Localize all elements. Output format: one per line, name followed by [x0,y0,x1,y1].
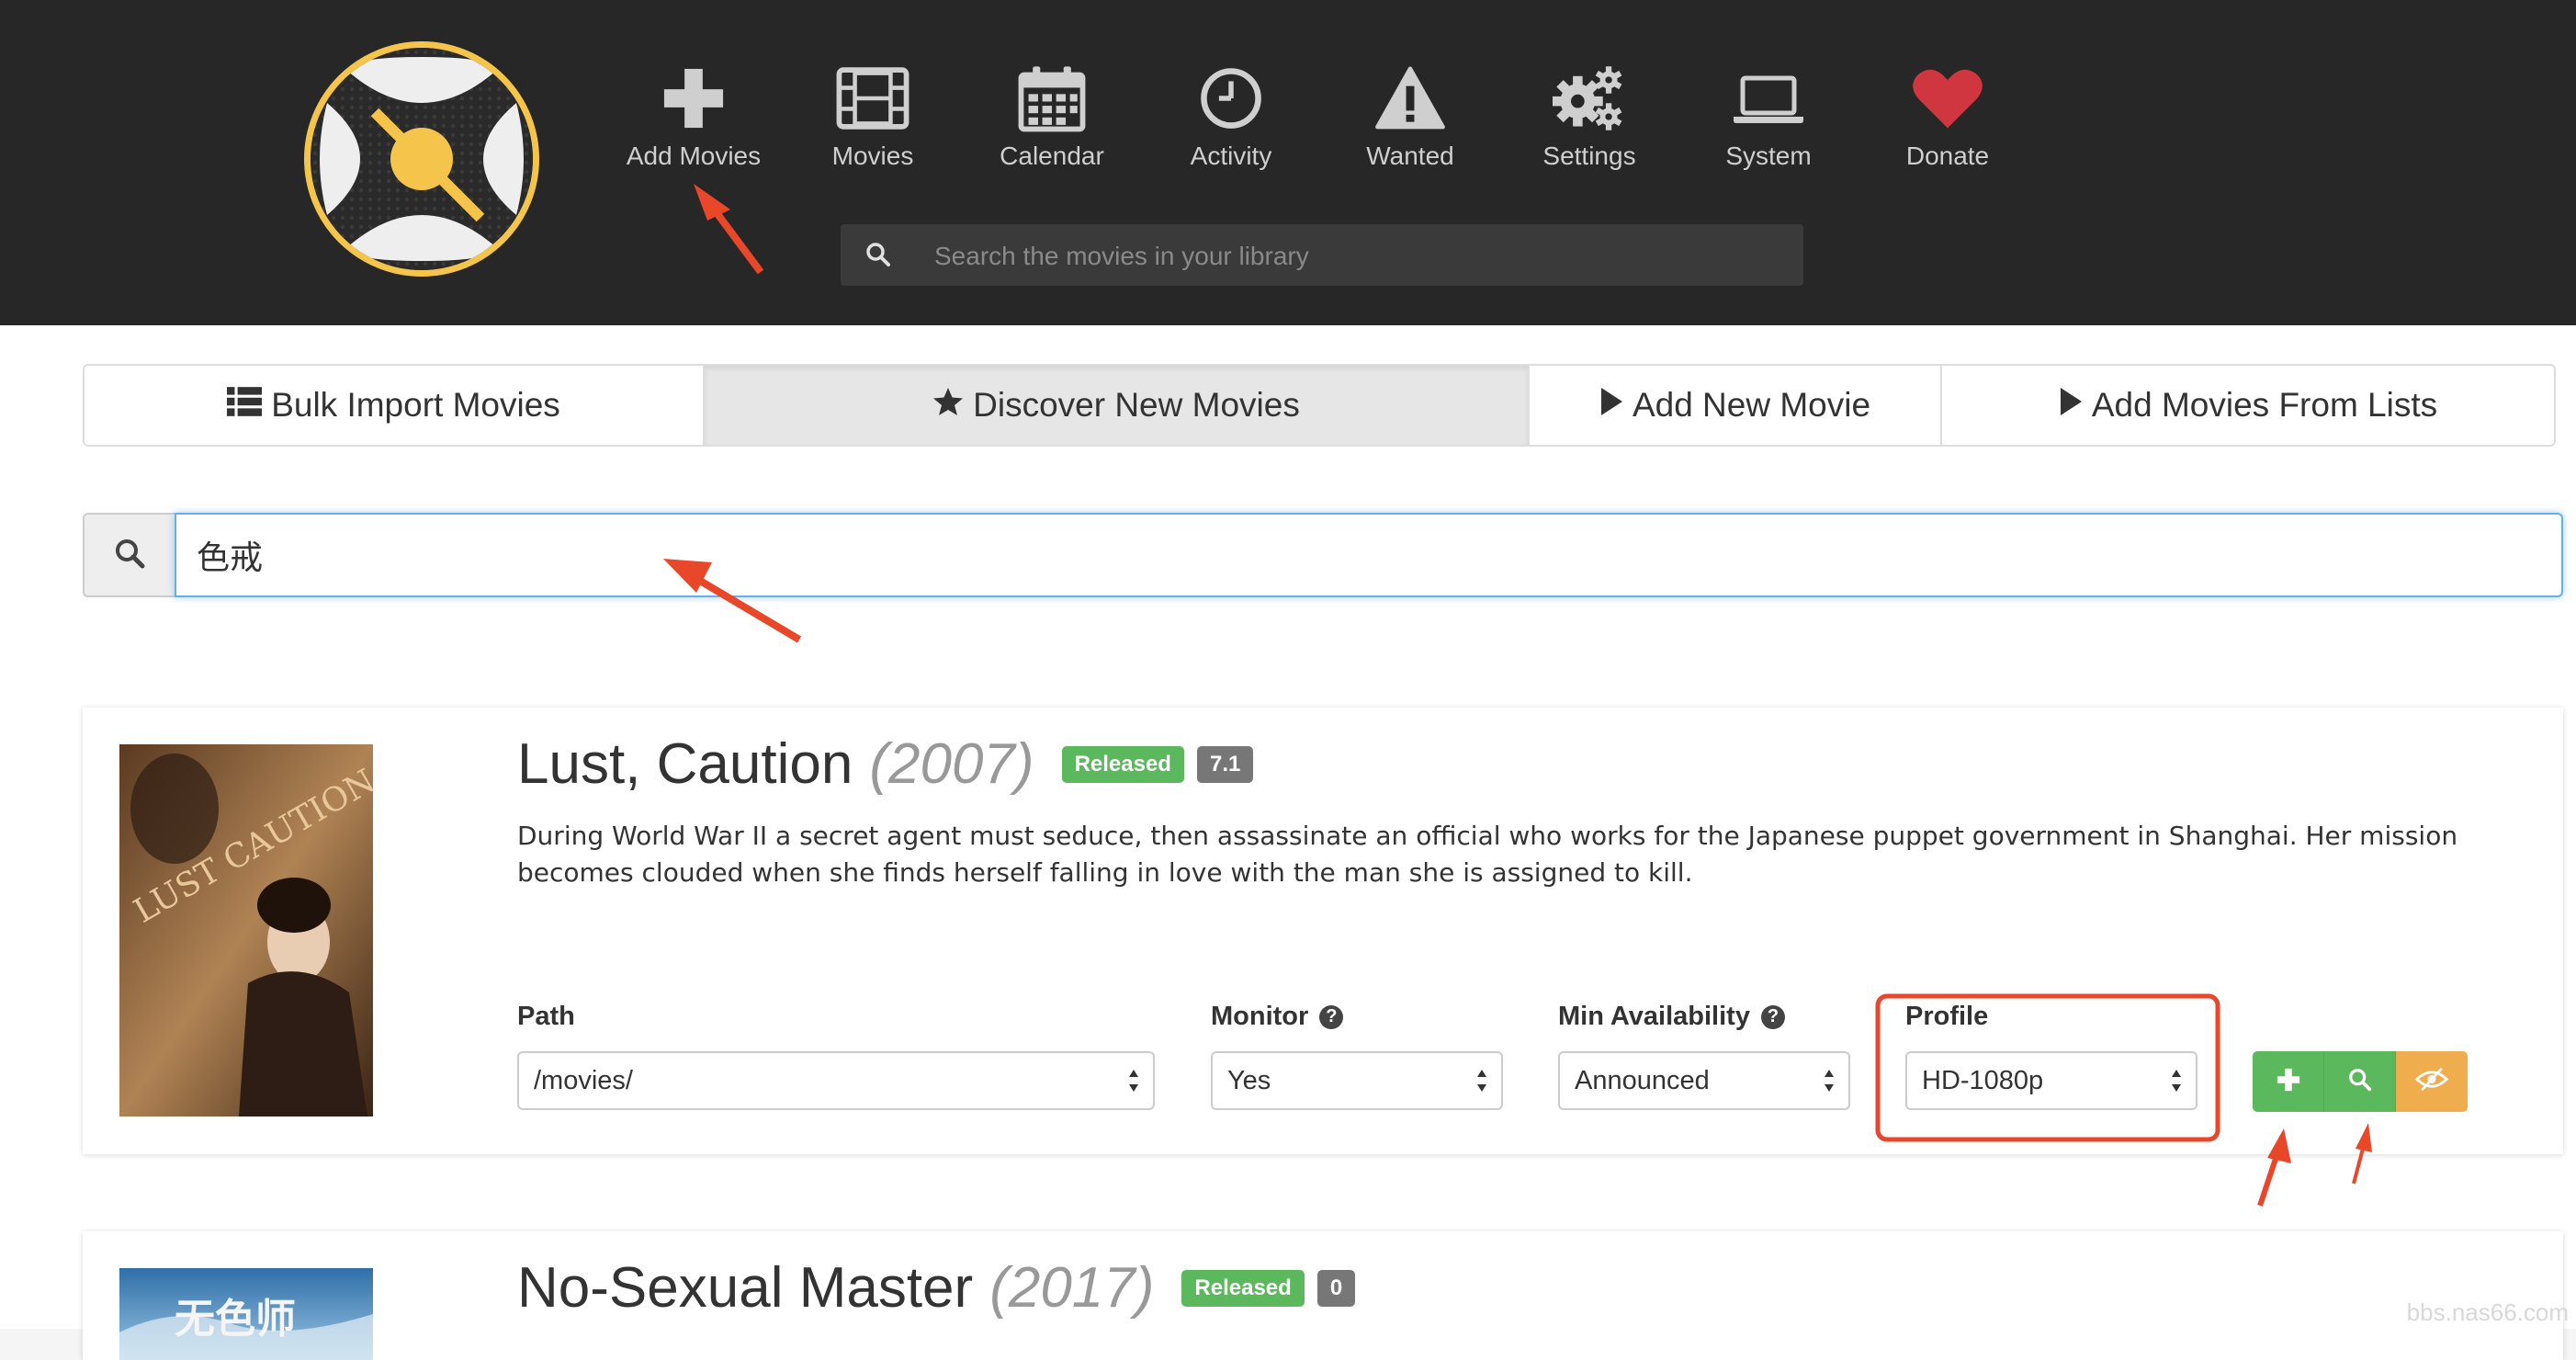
tab-label: Add Movies From Lists [2091,386,2438,424]
nav-donate[interactable]: Donate [1865,64,2030,171]
profile-label-text: Profile [1905,1002,1989,1031]
film-icon [790,64,955,136]
add-movie-button[interactable] [2253,1051,2324,1112]
select-caret-icon [1475,1066,1488,1095]
availability-label: Min Availability ? [1558,1002,1785,1032]
library-search [841,224,1803,288]
nav-activity[interactable]: Activity [1148,64,1314,171]
monitor-label-text: Monitor [1211,1002,1309,1031]
nav-label: Wanted [1366,142,1454,170]
search-icon [114,538,145,573]
library-search-input[interactable] [932,224,1781,288]
top-header: Add Movies Movies Calendar Activity Want… [0,0,2576,325]
rating-badge: 7.1 [1196,745,1254,783]
profile-label: Profile [1905,1002,1988,1032]
nav-label: Settings [1542,142,1636,170]
movie-poster[interactable]: LUST CAUTION [119,744,373,1116]
path-select[interactable]: /movies/ [517,1051,1155,1110]
nav-calendar[interactable]: Calendar [969,64,1135,171]
status-badge: Released [1061,745,1184,783]
profile-select[interactable]: HD-1080p [1905,1051,2198,1110]
heart-icon [1865,64,2030,136]
movie-action-buttons [2253,1051,2468,1112]
tab-add-from-lists[interactable]: Add Movies From Lists [1942,366,2554,445]
nav-label: Calendar [1000,142,1104,170]
movie-title-row: Lust, Caution (2007) Released 7.1 [517,731,1254,797]
availability-label-text: Min Availability [1558,1002,1750,1031]
nav-label: Movies [831,142,914,170]
nav-movies[interactable]: Movies [790,64,955,171]
tab-label: Add New Movie [1632,386,1871,424]
play-icon [1599,386,1623,425]
search-icon [864,241,892,268]
search-icon [2347,1067,2373,1097]
movie-title-row: No-Sexual Master (2017) Released 0 [517,1255,1356,1320]
tab-label: Bulk Import Movies [271,386,560,424]
laptop-icon [1686,64,1851,136]
plus-icon [2276,1067,2301,1097]
nav-settings[interactable]: Settings [1507,64,1672,171]
tab-label: Discover New Movies [973,386,1300,424]
path-label: Path [517,1002,575,1032]
movie-poster[interactable]: 无色师 [119,1268,373,1360]
warning-icon [1328,64,1493,136]
nav-wanted[interactable]: Wanted [1328,64,1493,171]
availability-select[interactable]: Announced [1558,1051,1850,1110]
path-value: /movies/ [534,1065,633,1095]
availability-value: Announced [1575,1065,1710,1095]
clock-icon [1148,64,1314,136]
status-badge: Released [1181,1269,1305,1307]
nav-label: Add Movies [626,142,762,170]
nav-label: System [1725,142,1812,170]
help-icon[interactable]: ? [1319,1004,1344,1029]
movie-search-bar [83,513,2563,597]
list-icon [227,386,263,425]
select-caret-icon [1127,1066,1140,1095]
gears-icon [1507,64,1672,136]
calendar-icon [969,64,1135,136]
monitor-label: Monitor ? [1211,1002,1344,1032]
tab-bulk-import[interactable]: Bulk Import Movies [85,366,705,445]
play-icon [2059,386,2083,425]
nav-add-movies[interactable]: Add Movies [611,64,776,171]
monitor-value: Yes [1227,1065,1271,1095]
exclude-movie-button[interactable] [2396,1051,2468,1112]
help-icon[interactable]: ? [1760,1004,1785,1029]
search-addon [83,513,175,597]
movie-year: (2017) [989,1256,1155,1320]
nav-label: Activity [1190,142,1272,170]
plus-icon [611,64,776,136]
nav-system[interactable]: System [1686,64,1851,171]
movie-title[interactable]: Lust, Caution [517,731,853,797]
movie-overview: During World War II a secret agent must … [517,821,2458,888]
search-result-card: 无色师 No-Sexual Master (2017) Released 0 [83,1231,2563,1360]
eye-slash-icon [2414,1067,2449,1096]
path-label-text: Path [517,1002,575,1031]
star-icon [932,386,964,425]
movie-title[interactable]: No-Sexual Master [517,1255,973,1320]
select-caret-icon [2170,1066,2183,1095]
tab-discover[interactable]: Discover New Movies [705,366,1530,445]
nav-label: Donate [1905,142,1990,170]
main-content: Bulk Import Movies Discover New Movies A… [0,325,2576,1360]
watermark: bbs.nas66.com [2406,1298,2569,1326]
rating-badge: 0 [1316,1269,1356,1307]
tab-add-new-movie[interactable]: Add New Movie [1530,366,1942,445]
movie-search-input[interactable] [175,513,2563,597]
radarr-logo[interactable] [304,41,539,277]
add-movie-tabs: Bulk Import Movies Discover New Movies A… [83,364,2556,447]
select-caret-icon [1823,1066,1836,1095]
monitor-select[interactable]: Yes [1211,1051,1503,1110]
profile-value: HD-1080p [1922,1065,2044,1095]
movie-year: (2007) [869,732,1034,796]
poster-title: 无色师 [175,1296,296,1343]
search-result-card: LUST CAUTION Lust, Caution (2007) Releas… [83,708,2563,1154]
add-and-search-button[interactable] [2324,1051,2396,1112]
